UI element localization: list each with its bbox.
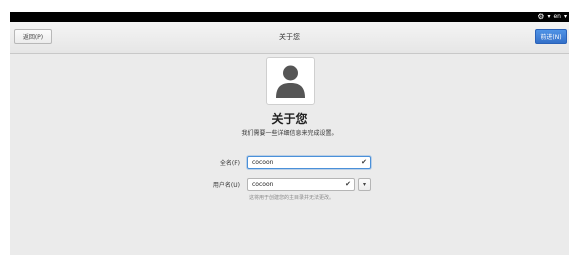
settings-icon[interactable]: ⚙ [537,12,544,22]
page-title: 关于您 [271,112,308,126]
keyboard-menu-arrow-icon: ▾ [563,13,567,20]
username-dropdown-button[interactable]: ▾ [358,178,371,191]
username-label: 用户名(U) [212,182,240,189]
user-avatar-icon [276,65,305,98]
status-area[interactable]: ⚙ ▾ en ▾ [537,12,567,22]
username-field[interactable]: cocoon ✔ [247,178,355,191]
header-title: 关于您 [279,33,300,41]
username-value: cocoon [252,181,274,188]
keyboard-layout-indicator[interactable]: en [553,12,561,22]
fullname-label: 全名(F) [219,160,240,167]
top-bar: ⚙ ▾ en ▾ [10,12,569,22]
username-valid-check-icon: ✔ [345,180,351,188]
settings-arrow-icon: ▾ [547,13,551,20]
next-button[interactable]: 前进(N) [535,29,567,44]
back-button[interactable]: 返回(P) [14,29,52,44]
fullname-valid-check-icon: ✔ [361,158,367,166]
fullname-value: cocoon [252,159,274,166]
header-bar: 返回(P) 关于您 前进(N) [10,22,569,54]
installer-screen: ⚙ ▾ en ▾ 返回(P) 关于您 前进(N) 关于您 我们需要一些详细信息来… [10,12,569,255]
fullname-field[interactable]: cocoon ✔ [247,156,371,169]
avatar-picker[interactable] [266,57,315,105]
username-hint: 这将用于创建您的主目录并无法更改。 [249,195,335,201]
page-subtitle: 我们需要一些详细信息来完成设置。 [241,130,338,137]
